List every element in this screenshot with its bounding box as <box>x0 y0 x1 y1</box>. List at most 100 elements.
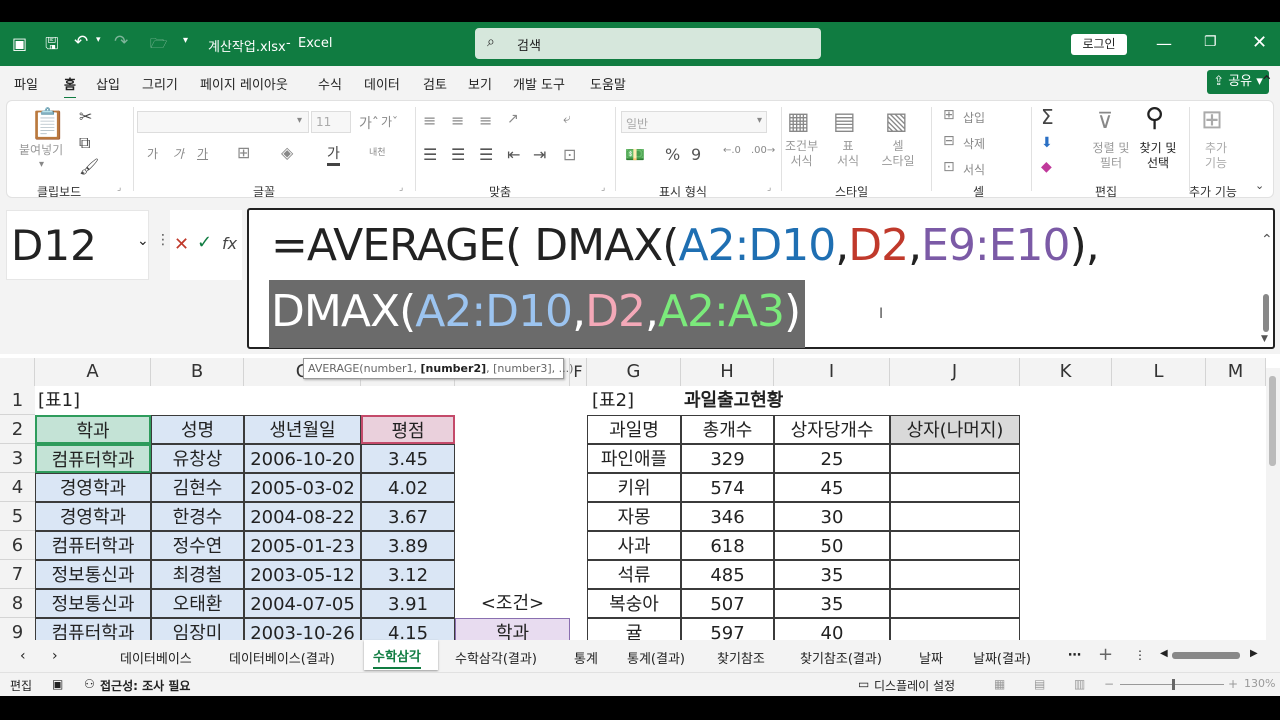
macro-record-icon[interactable]: ▣ <box>52 677 63 691</box>
table-row[interactable] <box>890 473 1020 502</box>
accessibility-icon[interactable]: ⚇ <box>84 677 95 691</box>
sort-filter-button[interactable]: 정렬 및 필터 <box>1089 141 1133 171</box>
format-painter-icon[interactable]: 🖌 <box>79 157 99 176</box>
table-row[interactable]: 2004-07-05 <box>244 589 361 618</box>
paste-icon[interactable]: 📋 <box>29 107 66 142</box>
table-row[interactable]: 컴퓨터학과 <box>35 531 151 560</box>
table-row[interactable]: 경영학과 <box>35 473 151 502</box>
more-options-icon[interactable]: ⋮ <box>156 232 170 248</box>
table-row[interactable]: 346 <box>681 502 774 531</box>
worksheet-grid[interactable]: A B C D E F G H I J K L M AVERAGE(number… <box>0 354 1280 640</box>
table-row[interactable]: 2004-08-22 <box>244 502 361 531</box>
table-row[interactable]: 2003-10-26 <box>244 618 361 640</box>
font-name-dropdown-icon[interactable]: ▾ <box>297 115 302 126</box>
table-row[interactable]: 경영학과 <box>35 502 151 531</box>
table-row[interactable]: 3.67 <box>361 502 455 531</box>
zoom-out-icon[interactable]: − <box>1104 677 1114 691</box>
sheet-tab-9[interactable]: 날짜(결과) <box>973 648 1031 667</box>
table1-header-name[interactable]: 성명 <box>151 415 244 444</box>
column-header-i[interactable]: I <box>774 358 890 386</box>
table-row[interactable]: 정보통신과 <box>35 589 151 618</box>
display-settings-icon[interactable]: ▭ <box>858 677 869 691</box>
row-header-8[interactable]: 8 <box>0 589 35 618</box>
column-header-b[interactable]: B <box>151 358 244 386</box>
column-header-j[interactable]: J <box>890 358 1020 386</box>
zoom-slider-thumb[interactable] <box>1172 679 1175 690</box>
table1-header-gpa[interactable]: 평점 <box>361 415 455 444</box>
column-header-g[interactable]: G <box>587 358 681 386</box>
table-row[interactable]: 3.12 <box>361 560 455 589</box>
table-row[interactable]: 45 <box>774 473 890 502</box>
increase-font-icon[interactable]: 가ˆ <box>359 113 379 133</box>
cancel-icon[interactable]: ✕ <box>174 234 189 255</box>
tab-insert[interactable]: 삽입 <box>96 74 120 93</box>
table-row[interactable]: 복숭아 <box>587 589 681 618</box>
column-header-l[interactable]: L <box>1112 358 1206 386</box>
formula-scrollbar[interactable] <box>1263 294 1269 332</box>
table-row[interactable]: 25 <box>774 444 890 473</box>
undo-icon[interactable]: ↶ <box>74 32 88 52</box>
select-all-corner[interactable] <box>0 358 35 386</box>
table-row[interactable]: 3.91 <box>361 589 455 618</box>
table-row[interactable]: 3.89 <box>361 531 455 560</box>
table-row[interactable] <box>890 618 1020 640</box>
table-row[interactable] <box>890 531 1020 560</box>
normal-view-icon[interactable]: ▦ <box>994 677 1005 691</box>
row-header-4[interactable]: 4 <box>0 473 35 502</box>
table1-header-birth[interactable]: 생년월일 <box>244 415 361 444</box>
accessibility-status[interactable]: 접근성: 조사 필요 <box>100 677 190 694</box>
add-ins-icon[interactable]: ⊞ <box>1201 105 1223 135</box>
ribbon-more-icon[interactable]: ⌃ <box>1260 72 1273 91</box>
vertical-scroll-thumb[interactable] <box>1269 376 1276 466</box>
table-row[interactable] <box>890 560 1020 589</box>
table-row[interactable]: 사과 <box>587 531 681 560</box>
table2-title[interactable]: [표2] <box>592 386 634 415</box>
table-row[interactable]: 4.02 <box>361 473 455 502</box>
clear-icon[interactable]: ◆ <box>1041 159 1052 175</box>
bold-icon[interactable]: 가 <box>147 145 158 162</box>
table-row[interactable] <box>890 444 1020 473</box>
sort-filter-icon[interactable]: ⊽ <box>1097 109 1113 134</box>
restore-icon[interactable]: ❐ <box>1204 34 1217 50</box>
tab-file[interactable]: 파일 <box>14 74 38 93</box>
page-break-view-icon[interactable]: ▥ <box>1074 677 1085 691</box>
table-row[interactable]: 2006-10-20 <box>244 444 361 473</box>
close-icon[interactable]: ✕ <box>1252 32 1267 53</box>
font-name-select[interactable] <box>137 111 309 133</box>
merge-cells-icon[interactable]: ⊡ <box>563 145 576 164</box>
table-row[interactable]: 김현수 <box>151 473 244 502</box>
tab-formulas[interactable]: 수식 <box>318 74 342 93</box>
row-header-3[interactable]: 3 <box>0 444 35 473</box>
row-header-5[interactable]: 5 <box>0 502 35 531</box>
table-row[interactable]: 3.45 <box>361 444 455 473</box>
border-icon[interactable]: ⊞ <box>237 143 250 162</box>
redo-icon[interactable]: ↷ <box>114 32 128 52</box>
tab-home[interactable]: 홈 <box>64 74 76 100</box>
table2-subtitle[interactable]: 과일출고현황 <box>684 386 783 415</box>
sheet-tab-2-active[interactable]: 수학삼각 <box>373 646 421 669</box>
underline-icon[interactable]: 가 <box>197 145 208 162</box>
table-row[interactable]: 오태환 <box>151 589 244 618</box>
condition-title[interactable]: <조건> <box>455 589 570 618</box>
column-header-a[interactable]: A <box>35 358 151 386</box>
table-row[interactable]: 컴퓨터학과 <box>35 444 151 473</box>
tab-help[interactable]: 도움말 <box>590 74 626 93</box>
table-row[interactable]: 40 <box>774 618 890 640</box>
conditional-format-icon[interactable]: ▦ <box>787 107 810 135</box>
save-icon[interactable]: 🖫 <box>45 33 59 60</box>
zoom-in-icon[interactable]: + <box>1228 677 1238 691</box>
tab-view[interactable]: 보기 <box>468 74 492 93</box>
number-launcher-icon[interactable]: ⌟ <box>767 183 771 193</box>
table-row[interactable]: 컴퓨터학과 <box>35 618 151 640</box>
insert-function-icon[interactable]: fx <box>222 234 237 253</box>
table-row[interactable] <box>890 502 1020 531</box>
add-sheet-icon[interactable]: + <box>1098 644 1113 665</box>
page-layout-view-icon[interactable]: ▤ <box>1034 677 1045 691</box>
next-sheet-icon[interactable]: › <box>52 648 58 664</box>
login-button[interactable]: 로그인 <box>1071 34 1127 55</box>
find-select-button[interactable]: 찾기 및 선택 <box>1135 141 1181 171</box>
table-row[interactable]: 574 <box>681 473 774 502</box>
find-select-icon[interactable]: ⚲ <box>1145 103 1164 133</box>
accounting-format-icon[interactable]: 💵 <box>625 145 645 164</box>
align-center-icon[interactable]: ☰ <box>451 145 465 164</box>
